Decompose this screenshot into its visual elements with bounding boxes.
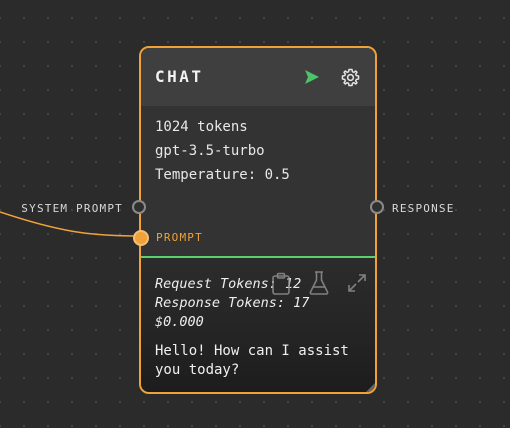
- chat-node-content: CHAT 1024 tokens gpt-3.5-turbo Temperatu: [141, 48, 375, 392]
- model-name-value: gpt-3.5-turbo: [155, 143, 265, 159]
- chat-node[interactable]: CHAT 1024 tokens gpt-3.5-turbo Temperatu: [21, 46, 453, 394]
- node-title: CHAT: [155, 67, 204, 86]
- prompt-input-port[interactable]: [133, 230, 149, 246]
- node-header[interactable]: CHAT: [141, 48, 375, 106]
- system-prompt-label: SYSTEM PROMPT: [21, 202, 123, 215]
- max-tokens-value: 1024 tokens: [155, 119, 248, 135]
- response-output-panel: Request Tokens: 12 Response Tokens: 17 $…: [141, 258, 375, 392]
- send-icon[interactable]: [303, 68, 321, 86]
- expand-icon[interactable]: [347, 273, 367, 297]
- gear-icon[interactable]: [340, 67, 361, 88]
- system-prompt-input-port[interactable]: [132, 200, 146, 214]
- clipboard-icon[interactable]: [271, 272, 291, 300]
- response-port-label: RESPONSE: [392, 202, 455, 215]
- flask-icon[interactable]: [308, 270, 330, 300]
- prompt-connection-wire: [0, 211, 141, 237]
- resize-handle-icon[interactable]: [363, 380, 375, 392]
- response-text: Hello! How can I assist you today?: [155, 343, 349, 378]
- cost-stat: $0.000: [155, 314, 204, 330]
- graph-canvas[interactable]: CHAT 1024 tokens gpt-3.5-turbo Temperatu: [0, 0, 510, 428]
- prompt-label: PROMPT: [156, 231, 203, 244]
- temperature-value: Temperature: 0.5: [155, 167, 290, 183]
- response-output-port[interactable]: [370, 200, 384, 214]
